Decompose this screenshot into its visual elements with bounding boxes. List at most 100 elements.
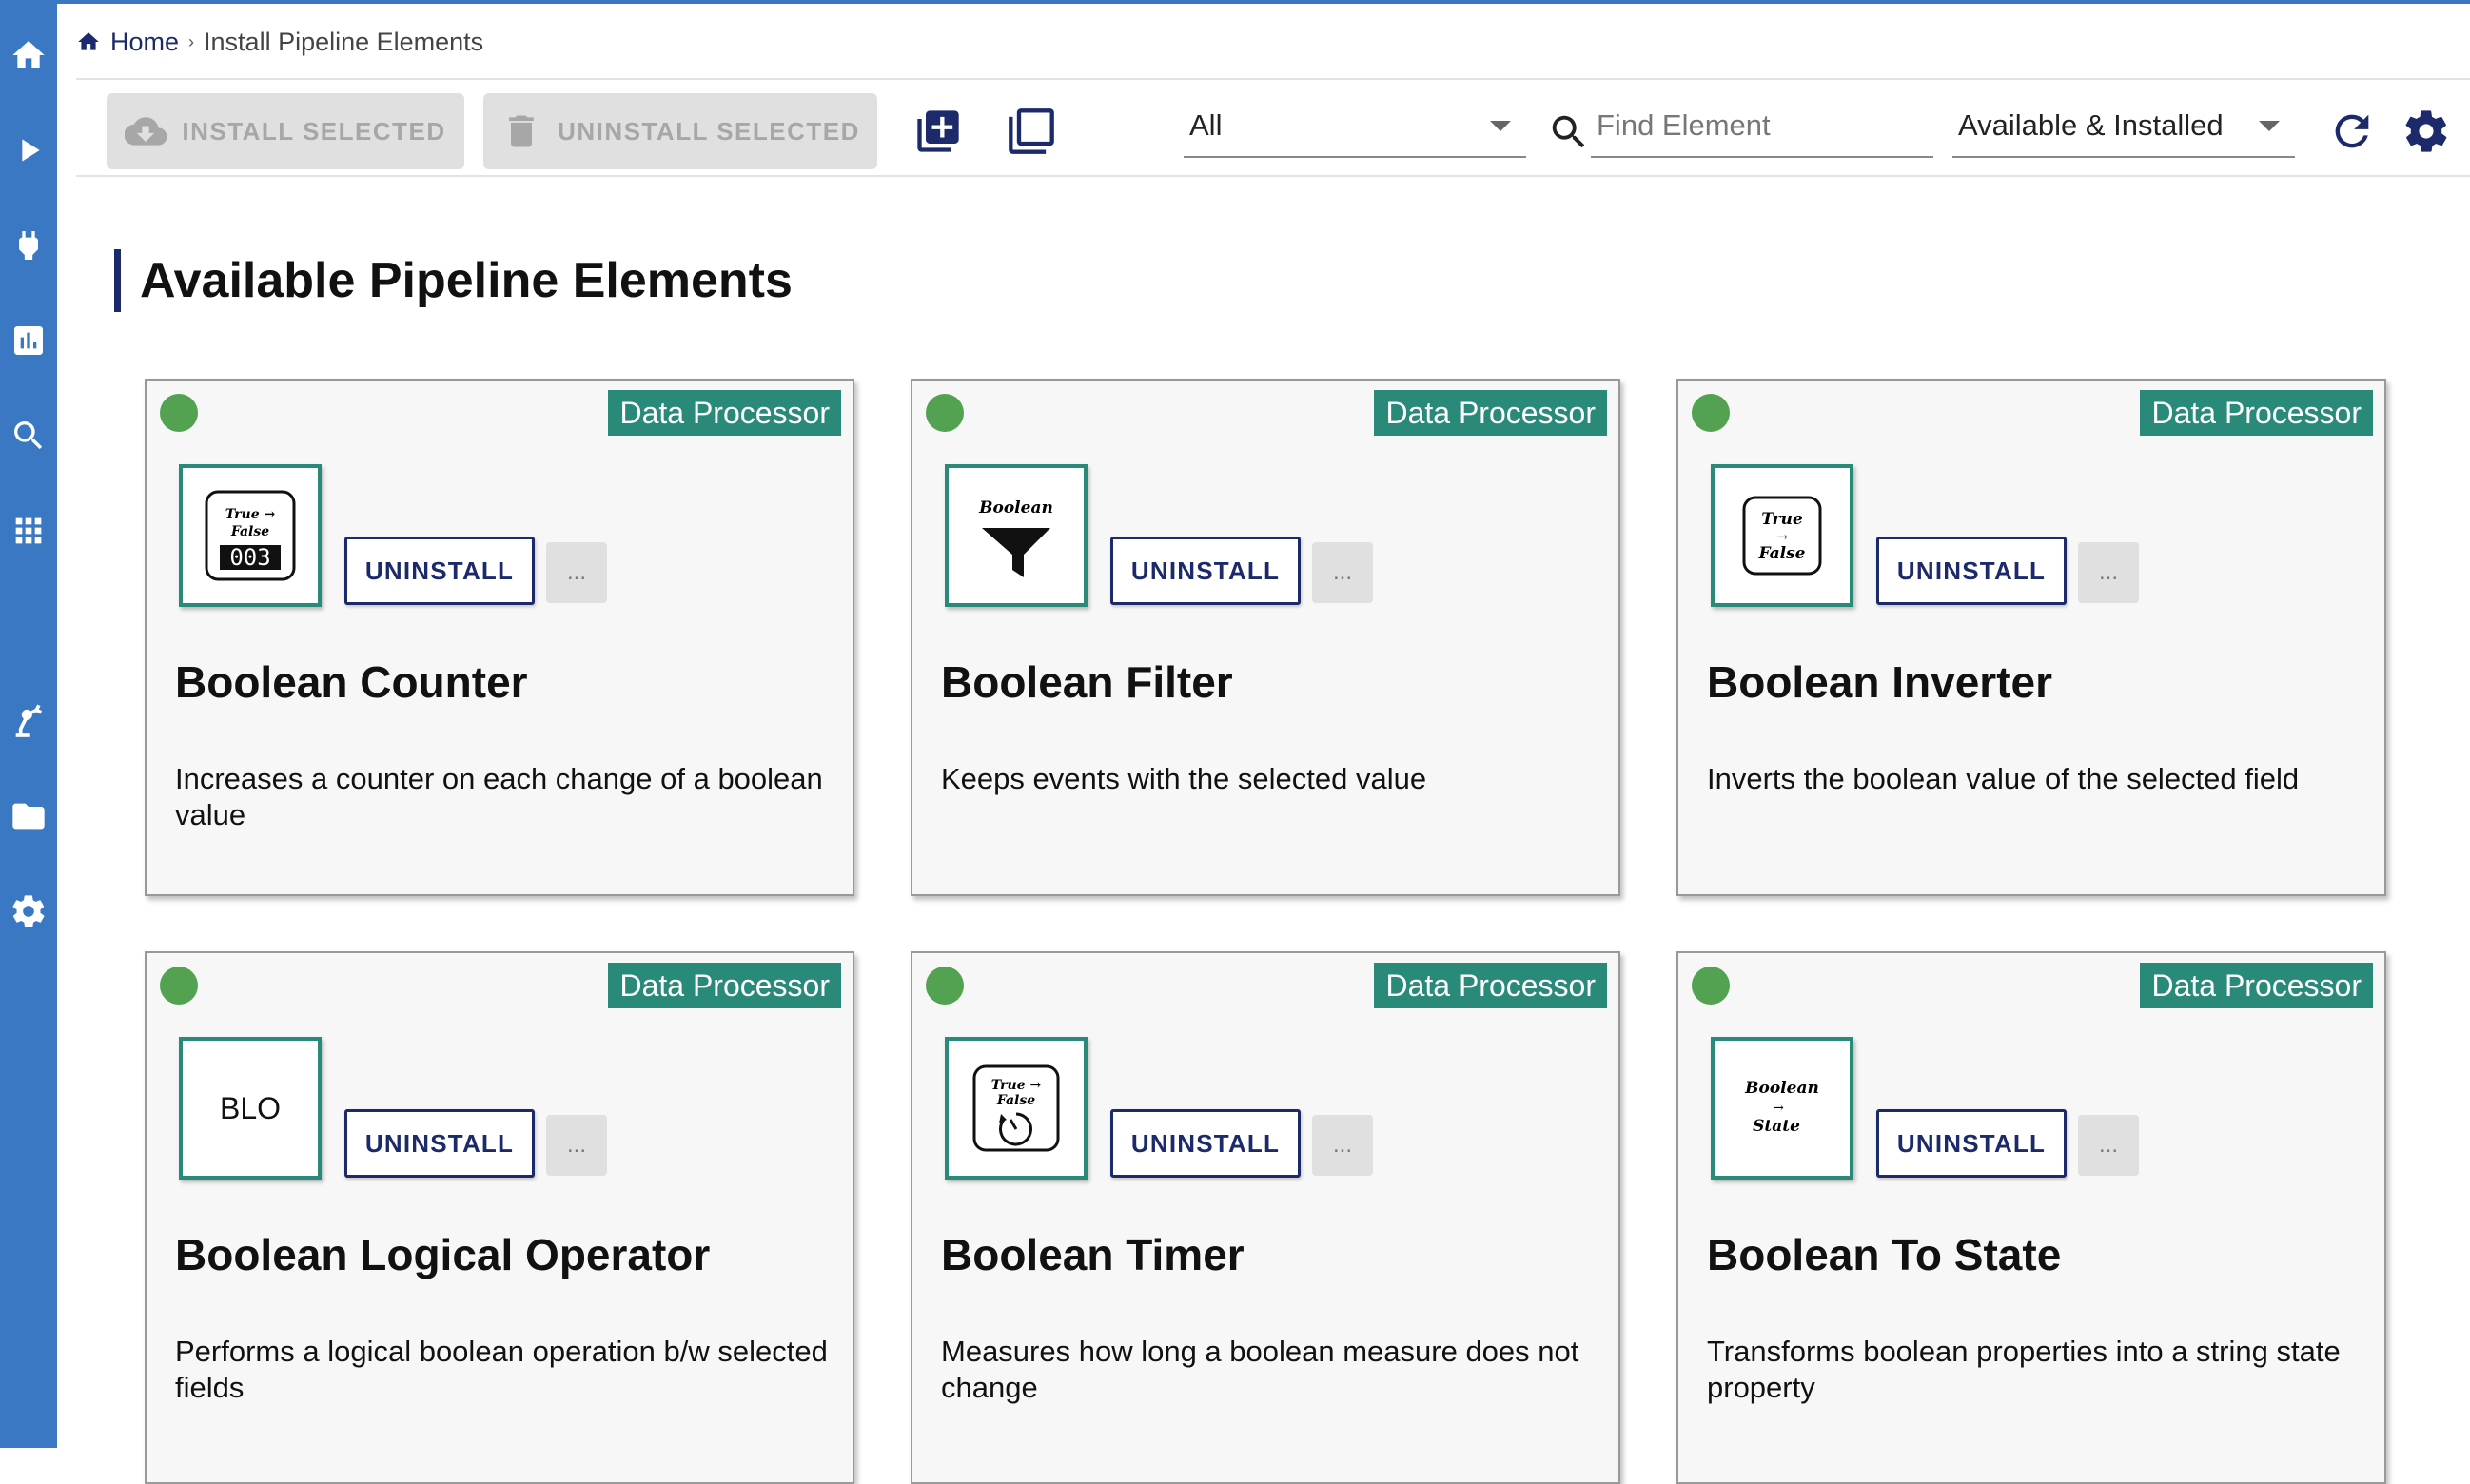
find-element-input[interactable] <box>1591 101 1933 158</box>
boolean-timer-icon: True → False <box>945 1037 1088 1180</box>
sidebar-item-home[interactable] <box>0 8 57 103</box>
play-icon <box>22 139 40 162</box>
uninstall-button[interactable]: UNINSTALL <box>344 537 535 605</box>
more-options-button[interactable]: ... <box>1312 542 1373 603</box>
breadcrumb-home-link[interactable]: Home <box>110 28 179 57</box>
type-filter-value: All <box>1189 108 1223 142</box>
element-card[interactable]: Data Processor True → False UNINSTALL ..… <box>1676 379 2386 896</box>
chevron-down-icon <box>2259 120 2280 131</box>
boolean-to-state-icon: Boolean → State <box>1711 1037 1853 1180</box>
plug-icon <box>19 231 38 260</box>
svg-text:→: → <box>1776 530 1788 545</box>
element-card[interactable]: Data Processor True → False UNINSTALL ..… <box>911 951 1620 1484</box>
install-selected-button[interactable]: INSTALL SELECTED <box>107 93 464 169</box>
gear-icon <box>12 895 45 928</box>
sidebar-item-assets[interactable] <box>0 674 57 769</box>
element-description: Inverts the boolean value of the selecte… <box>1707 762 2300 795</box>
sidebar-item-files[interactable] <box>0 769 57 864</box>
svg-text:003: 003 <box>229 544 270 571</box>
sidebar-item-connect[interactable] <box>0 198 57 293</box>
installed-status-dot <box>926 967 964 1005</box>
element-type-badge: Data Processor <box>1374 963 1607 1008</box>
element-title: Boolean Logical Operator <box>175 1230 711 1279</box>
home-icon <box>12 41 45 68</box>
element-card[interactable]: Data Processor Boolean → State UNINSTALL… <box>1676 951 2386 1484</box>
status-filter-value: Available & Installed <box>1958 108 2224 142</box>
element-description: Transforms boolean properties into a str… <box>1707 1335 2341 1404</box>
deselect-all-button[interactable] <box>1007 107 1056 156</box>
sidebar-item-dashboard[interactable] <box>0 293 57 388</box>
trash-icon <box>509 115 534 147</box>
settings-button[interactable] <box>2401 107 2451 156</box>
element-title: Boolean Inverter <box>1707 657 2052 707</box>
uninstall-button[interactable]: UNINSTALL <box>344 1109 535 1178</box>
chevron-down-icon <box>1490 120 1511 131</box>
element-title: Boolean Timer <box>941 1230 1245 1279</box>
more-options-button[interactable]: ... <box>1312 1115 1373 1176</box>
element-description: Performs a logical boolean operation b/w… <box>175 1335 828 1404</box>
status-filter-select[interactable]: Available & Installed <box>1952 101 2295 158</box>
uninstall-button[interactable]: UNINSTALL <box>1876 1109 2067 1178</box>
boolean-inverter-icon: True → False <box>1711 464 1853 607</box>
element-title: Boolean Filter <box>941 657 1233 707</box>
element-description: Increases a counter on each change of a … <box>175 762 823 831</box>
boolean-filter-icon: Boolean <box>945 464 1088 607</box>
page-title: Available Pipeline Elements <box>114 249 793 312</box>
svg-text:False: False <box>1758 544 1806 563</box>
element-card[interactable]: Data Processor BLO UNINSTALL ... Boolean… <box>145 951 854 1484</box>
more-options-button[interactable]: ... <box>546 1115 607 1176</box>
uninstall-button[interactable]: UNINSTALL <box>1110 537 1301 605</box>
breadcrumb-separator: › <box>188 31 195 51</box>
element-type-badge: Data Processor <box>2140 963 2373 1008</box>
boolean-logical-operator-icon: BLO <box>179 1037 322 1180</box>
svg-text:Boolean: Boolean <box>978 498 1053 517</box>
svg-text:True →: True → <box>225 507 276 522</box>
element-type-badge: Data Processor <box>608 390 841 436</box>
more-options-button[interactable]: ... <box>2078 542 2139 603</box>
apps-grid-icon <box>15 517 42 544</box>
more-options-button[interactable]: ... <box>2078 1115 2139 1176</box>
sidebar-item-install[interactable] <box>0 578 57 674</box>
breadcrumb: Home › Install Pipeline Elements <box>76 19 483 65</box>
installed-status-dot <box>160 967 198 1005</box>
uninstall-selected-button[interactable]: UNINSTALL SELECTED <box>483 93 877 169</box>
element-title: Boolean Counter <box>175 657 528 707</box>
chart-icon <box>14 326 43 355</box>
sidebar-item-data-explorer[interactable] <box>0 388 57 483</box>
breadcrumb-home-icon[interactable] <box>76 29 101 54</box>
element-type-badge: Data Processor <box>1374 390 1607 436</box>
element-description: Measures how long a boolean measure does… <box>941 1335 1579 1404</box>
element-card[interactable]: Data Processor Boolean UNINSTALL ... Boo… <box>911 379 1620 896</box>
search-icon <box>1552 115 1585 148</box>
toolbar: INSTALL SELECTED UNINSTALL SELECTED All … <box>76 78 2470 177</box>
element-description: Keeps events with the selected value <box>941 762 1427 795</box>
folder-icon <box>12 803 45 830</box>
more-options-button[interactable]: ... <box>546 542 607 603</box>
robot-arm-icon <box>15 704 43 737</box>
cloud-download-icon <box>125 117 167 146</box>
search-icon <box>14 421 43 450</box>
install-selected-label: INSTALL SELECTED <box>182 116 446 146</box>
type-filter-select[interactable]: All <box>1184 101 1526 158</box>
svg-text:True: True <box>1761 510 1803 529</box>
sidebar <box>0 0 57 1448</box>
installed-status-dot <box>926 394 964 432</box>
svg-text:Boolean: Boolean <box>1744 1079 1819 1098</box>
refresh-icon <box>2335 114 2369 148</box>
library-add-icon <box>917 110 959 152</box>
sidebar-item-pipelines[interactable] <box>0 103 57 198</box>
svg-text:True →: True → <box>991 1078 1042 1093</box>
svg-text:False: False <box>230 524 269 539</box>
uninstall-button[interactable]: UNINSTALL <box>1876 537 2067 605</box>
refresh-button[interactable] <box>2327 107 2377 156</box>
uninstall-button[interactable]: UNINSTALL <box>1110 1109 1301 1178</box>
breadcrumb-current: Install Pipeline Elements <box>204 27 484 56</box>
select-all-button[interactable] <box>913 107 963 156</box>
element-type-badge: Data Processor <box>2140 390 2373 436</box>
sidebar-item-apps[interactable] <box>0 483 57 578</box>
sidebar-item-settings[interactable] <box>0 864 57 959</box>
installed-status-dot <box>1692 967 1730 1005</box>
element-card[interactable]: Data Processor True → False 003 UNINSTAL… <box>145 379 854 896</box>
cloud-download-icon <box>10 613 48 639</box>
installed-status-dot <box>1692 394 1730 432</box>
